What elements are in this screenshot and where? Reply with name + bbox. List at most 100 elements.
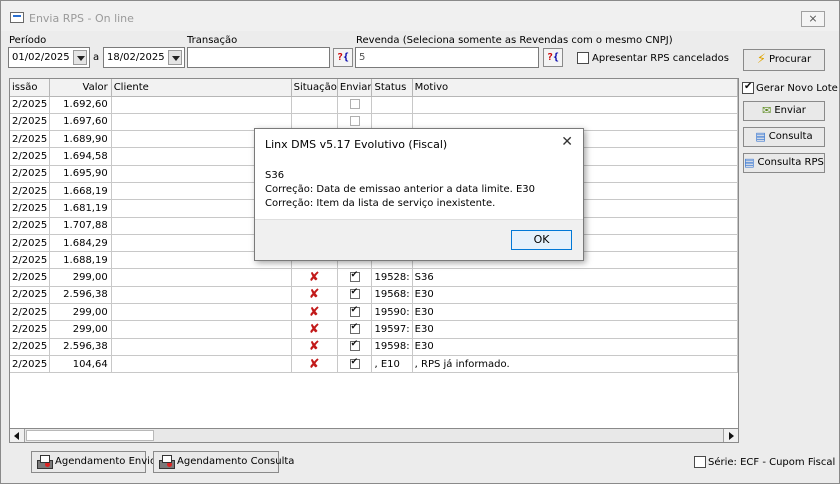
col-header-emissao[interactable]: issão <box>10 79 51 97</box>
enviar-checkbox[interactable] <box>349 116 360 127</box>
cell-valor: 1.689,90 <box>49 130 112 149</box>
table-row[interactable]: 2/2025299,00 ✘ 19597:E30 <box>10 320 738 339</box>
cell-cliente <box>111 320 292 339</box>
cell-emissao: 2/2025 <box>10 165 51 183</box>
transacao-label: Transação <box>187 35 238 46</box>
cell-enviar <box>337 303 373 322</box>
main-window: Envia RPS - On line ⨯ Período 01/02/2025… <box>0 0 840 484</box>
error-x-icon: ✘ <box>308 287 320 303</box>
cell-enviar <box>337 96 373 114</box>
error-x-icon: ✘ <box>308 339 320 355</box>
cell-enviar <box>337 338 373 356</box>
cell-emissao: 2/2025 <box>10 182 51 201</box>
table-row[interactable]: 2/20252.596,38 ✘ 19568:E30 <box>10 286 738 305</box>
enviar-checkbox[interactable] <box>349 339 360 352</box>
serie-ecf-checkbox[interactable] <box>694 456 706 468</box>
cell-situacao: ✘ <box>291 303 338 322</box>
dialog-close-icon[interactable]: ✕ <box>561 134 573 150</box>
enviar-button[interactable]: ✉ Enviar <box>743 101 825 121</box>
cell-valor: 1.695,90 <box>49 165 112 183</box>
revenda-value: 5 <box>359 52 366 63</box>
window-close-button[interactable]: ⨯ <box>801 11 825 27</box>
date-from-dropdown-icon[interactable] <box>73 50 87 65</box>
date-from-value: 01/02/2025 <box>12 52 70 63</box>
agendamento-envio-label: Agendamento Envio <box>55 456 157 467</box>
revenda-input[interactable]: 5 <box>355 47 539 68</box>
cell-valor: 1.697,60 <box>49 113 112 132</box>
cell-status: 19528: <box>371 268 413 287</box>
cell-motivo: , RPS já informado. <box>412 355 738 374</box>
error-x-icon: ✘ <box>308 304 320 320</box>
col-header-situacao[interactable]: Situação <box>291 79 338 97</box>
cell-status: 19597: <box>371 320 413 339</box>
cell-emissao: 2/2025 <box>10 217 51 235</box>
enviar-checkbox[interactable] <box>349 357 360 369</box>
agendamento-consulta-button[interactable]: Agendamento Consulta <box>153 451 294 473</box>
cell-emissao: 2/2025 <box>10 130 51 149</box>
cell-enviar <box>337 320 373 339</box>
date-to-dropdown-icon[interactable] <box>168 50 182 65</box>
col-header-cliente[interactable]: Cliente <box>111 79 292 97</box>
consulta-rps-button[interactable]: ▤ Consulta RPS <box>743 153 825 173</box>
cell-status <box>371 96 413 114</box>
apresentar-cancelados-checkbox[interactable] <box>577 52 589 64</box>
revenda-lookup-icon[interactable]: ?{ <box>543 48 563 67</box>
cell-valor: 1.688,19 <box>49 251 112 270</box>
enviar-checkbox[interactable] <box>349 322 360 334</box>
scroll-right-icon[interactable] <box>723 429 738 442</box>
enviar-checkbox[interactable] <box>349 270 360 283</box>
enviar-checkbox[interactable] <box>349 305 360 317</box>
col-header-status[interactable]: Status <box>371 79 413 97</box>
cell-emissao: 2/2025 <box>10 113 51 132</box>
transacao-lookup-icon[interactable]: ?{ <box>333 48 353 67</box>
date-from-field[interactable]: 01/02/2025 <box>8 47 90 68</box>
cell-motivo: E30 <box>412 320 738 339</box>
enviar-checkbox[interactable] <box>349 287 360 300</box>
col-header-valor[interactable]: Valor <box>49 79 112 97</box>
table-header-row: issão Valor Cliente Situação Enviar Stat… <box>10 79 738 97</box>
table-row[interactable]: 2/2025299,00 ✘ 19590:E30 <box>10 303 738 322</box>
cell-enviar <box>337 355 373 374</box>
dialog-message: S36 Correção: Data de emissao anterior a… <box>265 170 536 209</box>
table-row[interactable]: 2/2025299,00 ✘ 19528:S36 <box>10 268 738 287</box>
dialog-footer: OK <box>255 219 583 260</box>
col-header-motivo[interactable]: Motivo <box>412 79 738 97</box>
list-icon: ▤ <box>755 130 766 143</box>
ok-button[interactable]: OK <box>511 230 572 250</box>
message-dialog: Linx DMS v5.17 Evolutivo (Fiscal) ✕ S36 … <box>254 128 584 261</box>
gerar-novo-lote-checkbox[interactable] <box>742 81 754 94</box>
table-row[interactable]: 2/2025104,64 ✘ , E10, RPS já informado. <box>10 355 738 374</box>
cell-motivo: E30 <box>412 338 738 356</box>
revenda-label: Revenda (Seleciona somente as Revendas c… <box>356 35 673 46</box>
periodo-label: Período <box>9 35 47 46</box>
table-row[interactable]: 2/2025 1.692,60 <box>10 96 738 114</box>
consulta-label: Consulta <box>768 131 813 142</box>
consulta-rps-label: Consulta RPS <box>757 157 824 168</box>
cell-status: 19598: <box>371 338 413 356</box>
horizontal-scrollbar[interactable] <box>9 428 739 443</box>
cell-emissao: 2/2025 <box>10 268 51 287</box>
table-row[interactable]: 2/20252.596,38 ✘ 19598:E30 <box>10 338 738 356</box>
cell-emissao: 2/2025 <box>10 320 51 339</box>
error-x-icon: ✘ <box>308 270 320 286</box>
cell-emissao: 2/2025 <box>10 96 51 114</box>
cell-situacao <box>291 96 338 114</box>
cell-status: , E10 <box>371 355 413 374</box>
date-to-field[interactable]: 18/02/2025 <box>103 47 185 68</box>
enviar-checkbox[interactable] <box>349 99 360 110</box>
window-title: Envia RPS - On line <box>29 12 134 25</box>
agendamento-consulta-label: Agendamento Consulta <box>177 456 295 467</box>
window-icon <box>10 12 24 23</box>
cell-emissao: 2/2025 <box>10 303 51 322</box>
procurar-button[interactable]: ⚡ Procurar <box>743 49 825 71</box>
agendamento-envio-button[interactable]: Agendamento Envio <box>31 451 156 473</box>
scroll-left-icon[interactable] <box>10 429 25 442</box>
cell-valor: 1.681,19 <box>49 199 112 218</box>
cell-valor: 1.692,60 <box>49 96 112 114</box>
col-header-enviar[interactable]: Enviar <box>337 79 373 97</box>
scroll-thumb[interactable] <box>26 430 154 441</box>
consulta-button[interactable]: ▤ Consulta <box>743 127 825 147</box>
cell-emissao: 2/2025 <box>10 199 51 218</box>
transacao-input[interactable] <box>187 47 330 68</box>
lightning-icon: ⚡ <box>756 52 767 67</box>
